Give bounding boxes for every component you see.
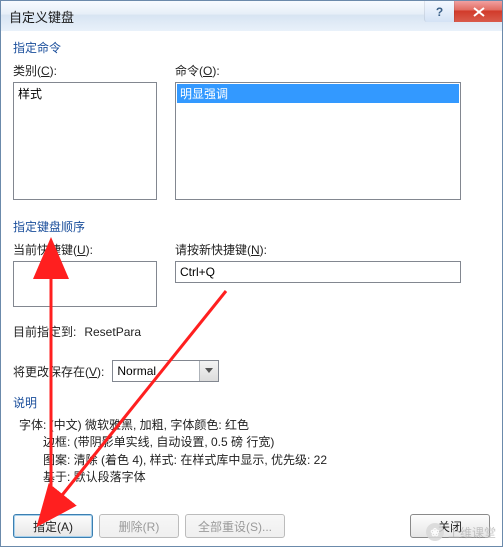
window-close-button[interactable] (454, 1, 502, 22)
list-item[interactable]: 样式 (15, 84, 155, 103)
description-line: 边框: (带阴影单实线, 自动设置, 0.5 磅 行宽) (19, 434, 490, 451)
remove-button: 删除(R) (99, 514, 179, 538)
new-shortcut-input[interactable] (175, 261, 461, 283)
heading-key-sequence: 指定键盘顺序 (13, 218, 490, 235)
current-keys-listbox[interactable] (13, 261, 157, 307)
currently-assigned-label: 目前指定到: (13, 323, 76, 340)
help-icon: ? (436, 5, 443, 19)
description-line: 图案: 清除 (着色 4), 样式: 在样式库中显示, 优先级: 22 (19, 452, 490, 469)
current-keys-label: 当前快捷键(U): (13, 241, 157, 258)
dialog-window: 自定义键盘 ? 指定命令 类别(C): 样式 (0, 0, 503, 547)
save-changes-value[interactable] (113, 361, 199, 381)
heading-description: 说明 (13, 394, 490, 411)
description-line: 基于: 默认段落字体 (19, 469, 490, 486)
heading-specify-command: 指定命令 (13, 39, 490, 56)
list-item[interactable]: 明显强调 (177, 84, 459, 103)
description-block: 说明 字体: (中文) 微软雅黑, 加粗, 字体颜色: 红色 边框: (带阴影单… (13, 394, 490, 487)
window-title: 自定义键盘 (1, 7, 74, 26)
command-row: 类别(C): 样式 命令(O): 明显强调 (13, 62, 490, 200)
chevron-down-icon (205, 368, 213, 374)
currently-assigned-value: ResetPara (84, 325, 141, 339)
new-key-label: 请按新快捷键(N): (175, 241, 461, 258)
categories-listbox[interactable]: 样式 (13, 82, 157, 200)
commands-col: 命令(O): 明显强调 (175, 62, 461, 200)
commands-listbox[interactable]: 明显强调 (175, 82, 461, 200)
combo-dropdown-button[interactable] (199, 361, 218, 381)
save-changes-combo[interactable] (112, 360, 219, 382)
close-x-icon (473, 7, 485, 17)
currently-assigned-row: 目前指定到: ResetPara (13, 323, 490, 340)
window-controls: ? (424, 1, 502, 22)
categories-col: 类别(C): 样式 (13, 62, 157, 200)
save-changes-row: 将更改保存在(V): (13, 360, 490, 382)
keys-row: 当前快捷键(U): 请按新快捷键(N): (13, 241, 490, 307)
categories-label: 类别(C): (13, 62, 157, 79)
watermark: ❀ 上维课堂 (426, 523, 496, 541)
save-changes-label: 将更改保存在(V): (13, 363, 104, 380)
wechat-icon: ❀ (426, 523, 444, 541)
commands-label: 命令(O): (175, 62, 461, 79)
titlebar[interactable]: 自定义键盘 ? (1, 1, 502, 32)
watermark-text: 上维课堂 (448, 524, 496, 541)
description-text: 字体: (中文) 微软雅黑, 加粗, 字体颜色: 红色 边框: (带阴影单实线,… (13, 417, 490, 487)
reset-all-button: 全部重设(S)... (185, 514, 285, 538)
new-key-col: 请按新快捷键(N): (175, 241, 461, 307)
description-line: 字体: (中文) 微软雅黑, 加粗, 字体颜色: 红色 (19, 417, 490, 434)
help-button[interactable]: ? (424, 1, 454, 22)
current-keys-col: 当前快捷键(U): (13, 241, 157, 307)
button-row: 指定(A) 删除(R) 全部重设(S)... (13, 514, 285, 538)
client-area: 指定命令 类别(C): 样式 命令(O): 明显强调 指定键盘顺序 (1, 31, 502, 546)
assign-button[interactable]: 指定(A) (13, 514, 93, 538)
